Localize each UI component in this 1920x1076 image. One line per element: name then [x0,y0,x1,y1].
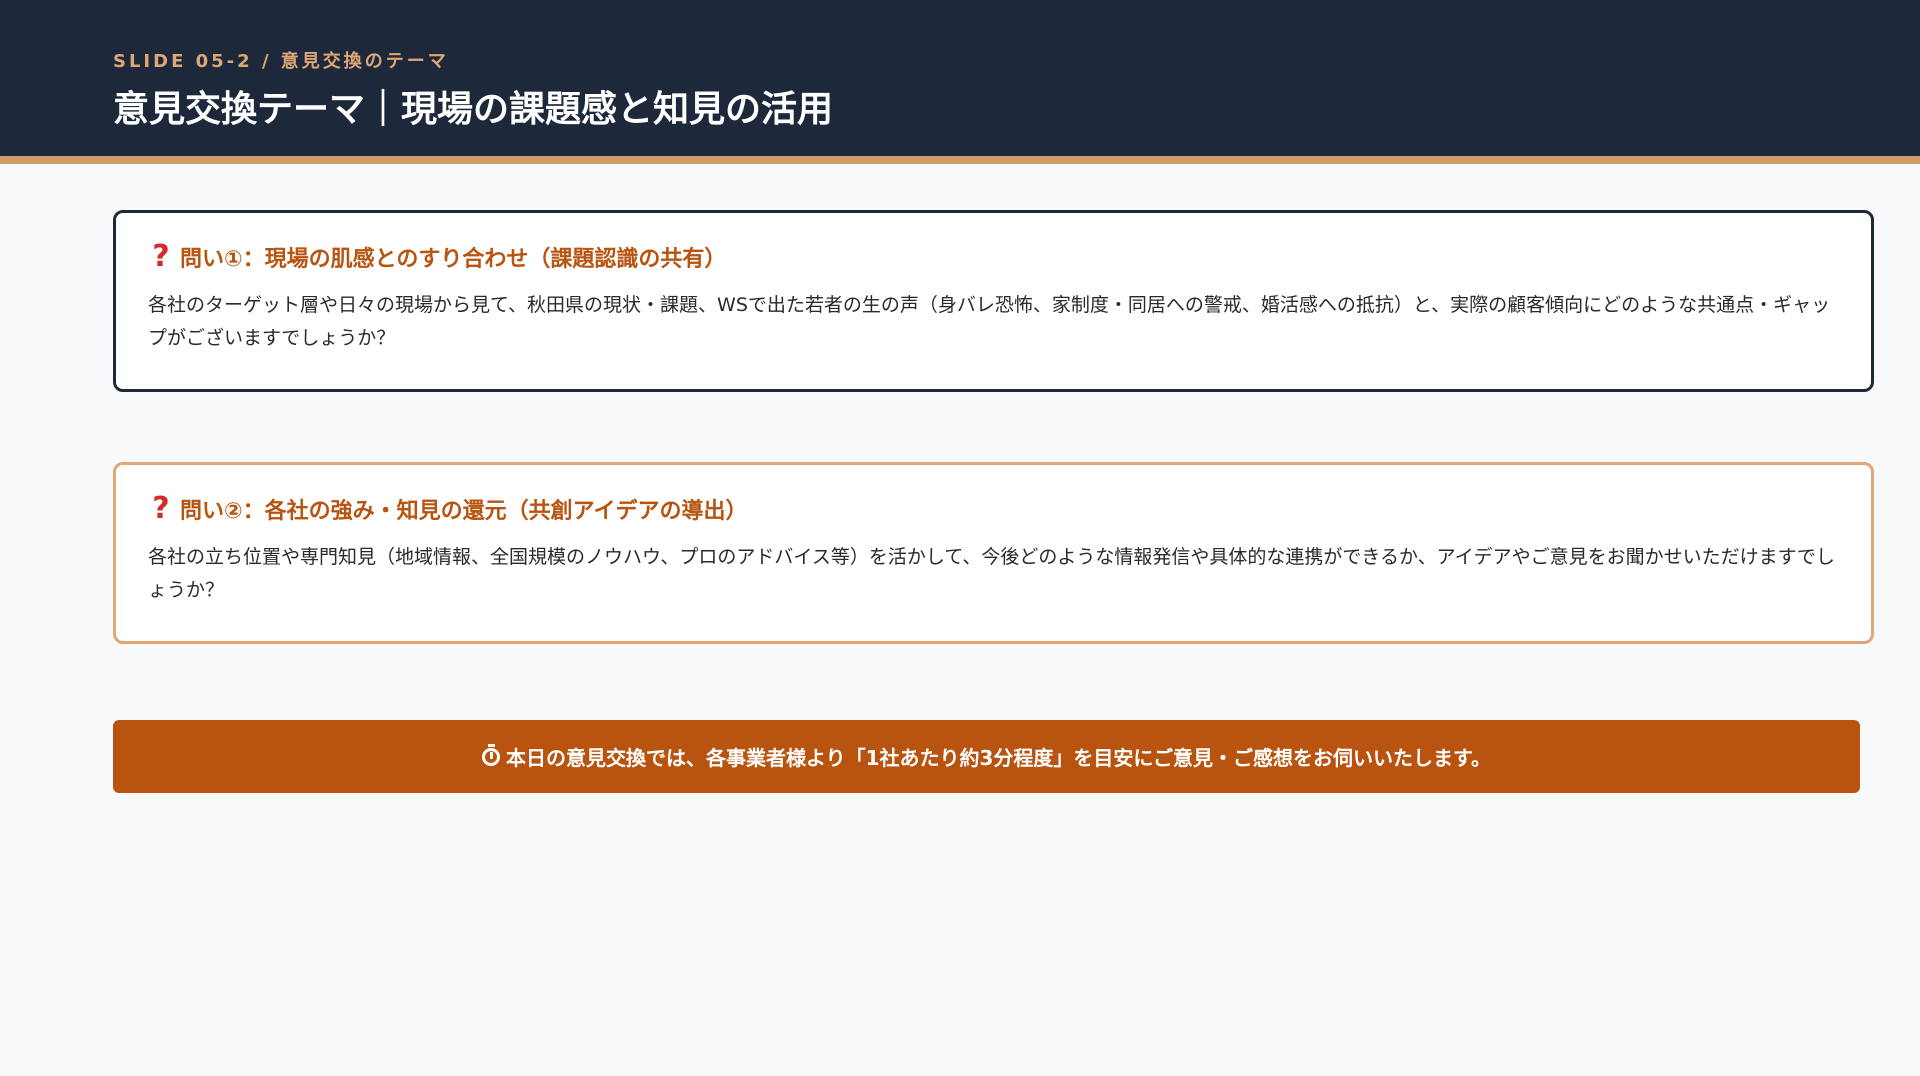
slide-code: SLIDE 05-2 / 意見交換のテーマ [113,51,449,72]
time-guideline-banner: 本日の意見交換では、各事業者様より「1社あたり約3分程度」を目安にご意見・ご感想… [113,720,1860,793]
question-title: 問い①：現場の肌感とのすり合わせ（課題認識の共有） [180,247,727,272]
question-body: 各社の立ち位置や専門知見（地域情報、全国規模のノウハウ、プロのアドバイス等）を活… [148,546,1835,601]
slide-header: SLIDE 05-2 / 意見交換のテーマ 意見交換テーマ｜現場の課題感と知見の… [0,0,1920,164]
question-heading: ? 問い②：各社の強み・知見の還元（共創アイデアの導出） [148,493,1839,525]
question-card-2: ? 問い②：各社の強み・知見の還元（共創アイデアの導出） 各社の立ち位置や専門知… [113,462,1874,644]
question-body: 各社のターゲット層や日々の現場から見て、秋田県の現状・課題、WSで出た若者の生の… [148,294,1831,349]
question-mark-icon: ? [152,491,170,526]
time-guideline-text: 本日の意見交換では、各事業者様より「1社あたり約3分程度」を目安にご意見・ご感想… [505,746,1492,770]
timer-icon [481,743,500,766]
question-title: 問い②：各社の強み・知見の還元（共創アイデアの導出） [180,499,748,524]
question-card-1: ? 問い①：現場の肌感とのすり合わせ（課題認識の共有） 各社のターゲット層や日々… [113,210,1874,392]
question-heading: ? 問い①：現場の肌感とのすり合わせ（課題認識の共有） [148,241,1839,273]
slide-title: 意見交換テーマ｜現場の課題感と知見の活用 [113,89,834,130]
question-mark-icon: ? [152,239,170,274]
